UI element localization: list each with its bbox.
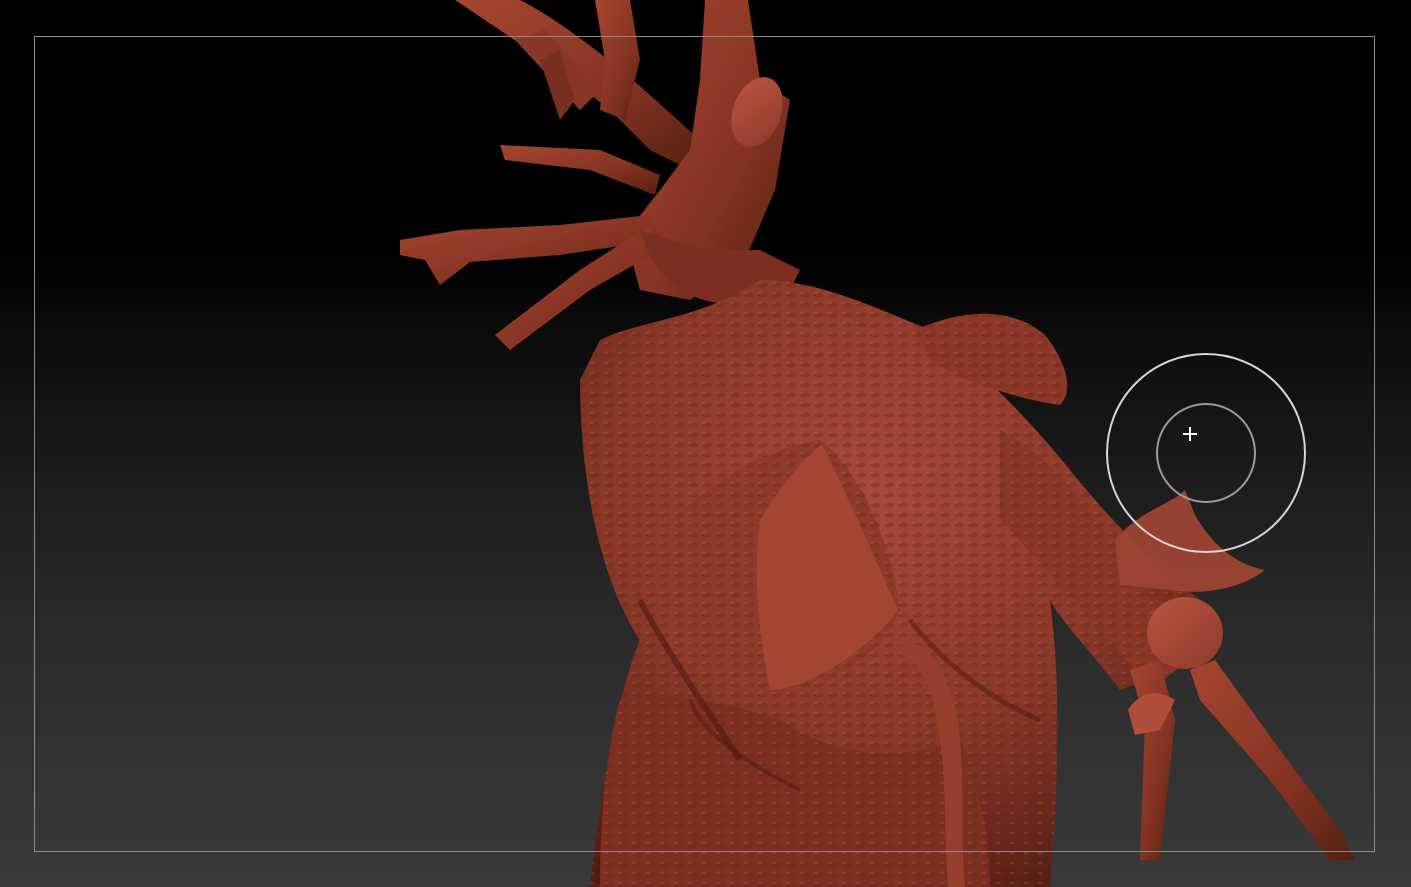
heart-model[interactable] xyxy=(0,0,1411,887)
heart-body xyxy=(580,280,1355,887)
sculpt-viewport[interactable] xyxy=(0,0,1411,887)
